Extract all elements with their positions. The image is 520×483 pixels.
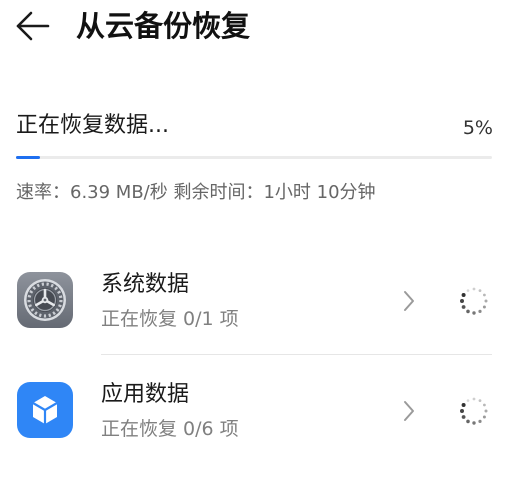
progress-percent: 5% [462,117,493,139]
progress-bar-fill [16,156,40,159]
chevron-right-icon[interactable] [402,289,416,313]
item-subtitle: 正在恢复 0/1 项 [101,308,239,330]
list-item-system-data[interactable]: 系统数据 正在恢复 0/1 项 [0,245,520,355]
chevron-right-icon[interactable] [402,399,416,423]
header-bar: 从云备份恢复 [0,0,520,56]
list-item-app-data[interactable]: 应用数据 正在恢复 0/6 项 [0,355,520,465]
item-title: 系统数据 [101,272,190,297]
loading-spinner-icon [460,397,488,425]
item-title: 应用数据 [101,382,190,407]
loading-spinner-icon [460,287,488,315]
back-arrow-icon [16,11,50,41]
speed-remaining-text: 速率：6.39 MB/秒 剩余时间：1小时 10分钟 [16,182,376,203]
item-subtitle: 正在恢复 0/6 项 [101,418,239,440]
progress-bar [16,156,492,159]
back-button[interactable] [12,6,52,46]
page-title: 从云备份恢复 [76,9,251,43]
restore-status-text: 正在恢复数据... [16,113,169,138]
app-cube-icon [17,382,73,438]
settings-gear-icon [17,272,73,328]
